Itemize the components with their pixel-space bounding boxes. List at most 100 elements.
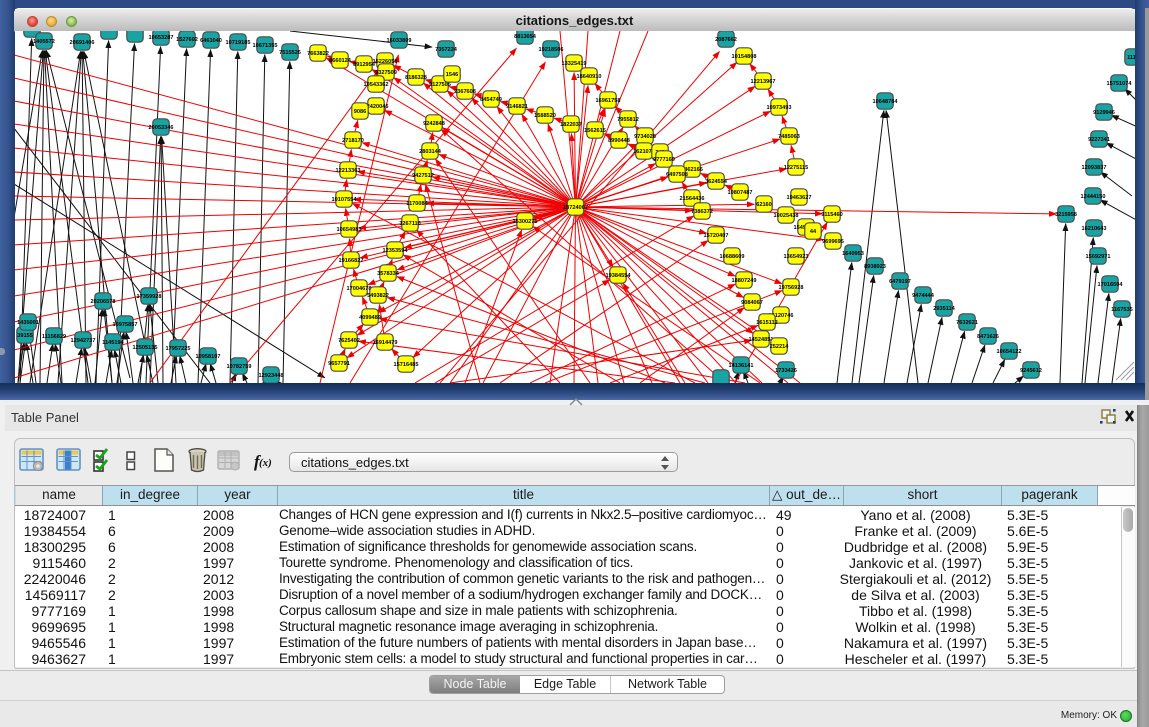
svg-text:8186328: 8186328	[405, 75, 427, 81]
svg-text:15751074: 15751074	[1107, 81, 1133, 87]
svg-text:1822037: 1822037	[560, 122, 582, 128]
svg-text:8813054: 8813054	[514, 34, 537, 40]
svg-text:1562615: 1562615	[584, 128, 606, 134]
svg-text:1546: 1546	[446, 72, 458, 78]
svg-text:7357224: 7357224	[435, 47, 458, 53]
svg-text:10654983: 10654983	[337, 227, 362, 233]
svg-text:8990448: 8990448	[608, 138, 630, 144]
svg-text:3624554: 3624554	[705, 179, 728, 185]
svg-text:10671355: 10671355	[253, 43, 278, 49]
svg-text:6479197: 6479197	[889, 279, 911, 285]
svg-text:2803144: 2803144	[419, 149, 442, 155]
svg-text:8660124: 8660124	[329, 58, 352, 64]
svg-text:1588520: 1588520	[534, 113, 556, 119]
svg-text:12942737: 12942737	[71, 338, 96, 344]
svg-text:14524851: 14524851	[749, 337, 774, 343]
svg-text:12213363: 12213363	[336, 168, 361, 174]
svg-text:39155: 39155	[17, 333, 33, 339]
svg-text:9734028: 9734028	[634, 134, 656, 140]
svg-text:10807487: 10807487	[728, 190, 753, 196]
svg-text:20053346: 20053346	[149, 125, 174, 131]
svg-text:9474444: 9474444	[912, 293, 935, 299]
svg-text:2718170: 2718170	[342, 138, 364, 144]
svg-text:16210643: 16210643	[1082, 226, 1107, 232]
svg-text:9127505: 9127505	[429, 82, 451, 88]
svg-text:13654923: 13654923	[784, 254, 809, 260]
svg-text:9129946: 9129946	[1093, 110, 1115, 116]
svg-text:10154808: 10154808	[732, 54, 757, 60]
svg-text:7955812: 7955812	[617, 117, 639, 123]
svg-text:9699695: 9699695	[822, 239, 844, 245]
svg-text:7386372: 7386372	[691, 209, 713, 215]
svg-text:10543362: 10543362	[364, 82, 389, 88]
svg-text:9657791: 9657791	[328, 361, 350, 367]
svg-text:6461040: 6461040	[200, 38, 222, 44]
svg-text:3267110: 3267110	[399, 221, 420, 227]
svg-text:17004678: 17004678	[347, 286, 372, 292]
svg-text:3215958: 3215958	[1055, 212, 1077, 218]
svg-text:1640953: 1640953	[842, 251, 864, 257]
svg-text:10653287: 10653287	[149, 35, 174, 41]
svg-text:20206578: 20206578	[91, 299, 116, 305]
svg-text:9146821: 9146821	[506, 104, 528, 110]
svg-text:18724007: 18724007	[563, 205, 588, 211]
svg-text:1435001: 1435001	[17, 320, 39, 326]
svg-text:9327509: 9327509	[375, 70, 397, 76]
svg-text:7485063: 7485063	[778, 134, 800, 140]
svg-text:17957225: 17957225	[166, 346, 191, 352]
svg-text:1167535: 1167535	[1111, 307, 1132, 313]
svg-text:8471626: 8471626	[977, 334, 999, 340]
svg-text:17359928: 17359928	[137, 294, 162, 300]
svg-text:7632621: 7632621	[956, 320, 978, 326]
svg-text:8454749: 8454749	[480, 97, 502, 103]
svg-text:10648784: 10648784	[873, 99, 899, 105]
svg-text:1170084: 1170084	[406, 201, 428, 207]
svg-text:10654122: 10654122	[997, 349, 1022, 355]
svg-text:10782759: 10782759	[227, 364, 252, 370]
svg-text:7625402: 7625402	[338, 338, 360, 344]
svg-text:1145194: 1145194	[102, 340, 124, 346]
svg-text:62160: 62160	[756, 202, 772, 208]
svg-text:10973493: 10973493	[767, 105, 792, 111]
svg-text:2087662: 2087662	[715, 37, 737, 43]
svg-text:9242848: 9242848	[423, 121, 445, 127]
svg-text:19384554: 19384554	[606, 273, 632, 279]
svg-text:10719185: 10719185	[226, 40, 251, 46]
svg-text:19463627: 19463627	[787, 195, 812, 201]
svg-text:18807249: 18807249	[732, 278, 757, 284]
svg-text:17016504: 17016504	[1098, 282, 1124, 288]
svg-text:15692971: 15692971	[1086, 254, 1111, 260]
svg-text:19166827: 19166827	[339, 258, 364, 264]
svg-text:12093837: 12093837	[1082, 165, 1107, 171]
svg-text:16961758: 16961758	[596, 98, 621, 104]
svg-text:9086: 9086	[354, 109, 366, 115]
svg-text:12505135: 12505135	[133, 345, 158, 351]
svg-text:12444150: 12444150	[1081, 194, 1106, 200]
svg-text:13325419: 13325419	[562, 61, 587, 67]
svg-text:12353594: 12353594	[383, 248, 409, 254]
svg-text:44: 44	[810, 229, 817, 235]
svg-text:252214: 252214	[770, 344, 790, 350]
svg-text:21564436: 21564436	[680, 196, 705, 202]
svg-text:20691406: 20691406	[70, 40, 95, 46]
svg-text:10958107: 10958107	[196, 354, 221, 360]
svg-text:12923448: 12923448	[259, 373, 284, 379]
svg-text:9777169: 9777169	[653, 157, 675, 163]
svg-text:4099489: 4099489	[359, 315, 381, 321]
svg-text:15720407: 15720407	[704, 233, 729, 239]
svg-text:(x): (x)	[259, 457, 272, 469]
svg-text:12213967: 12213967	[751, 79, 776, 85]
svg-text:10688609: 10688609	[720, 254, 745, 260]
svg-text:14136141: 14136141	[729, 363, 754, 369]
svg-text:1112: 1112	[1127, 55, 1135, 61]
svg-text:15716485: 15716485	[394, 362, 419, 368]
svg-text:9245612: 9245612	[1020, 368, 1042, 374]
svg-text:15300275: 15300275	[513, 219, 538, 225]
svg-text:7663822: 7663822	[307, 51, 329, 57]
svg-text:11156829: 11156829	[42, 334, 66, 340]
svg-text:8938923: 8938923	[864, 264, 886, 270]
svg-text:5493822: 5493822	[367, 293, 389, 299]
svg-text:2935114: 2935114	[933, 306, 955, 312]
svg-text:1615112: 1615112	[756, 320, 777, 326]
svg-text:18640910: 18640910	[577, 74, 602, 80]
